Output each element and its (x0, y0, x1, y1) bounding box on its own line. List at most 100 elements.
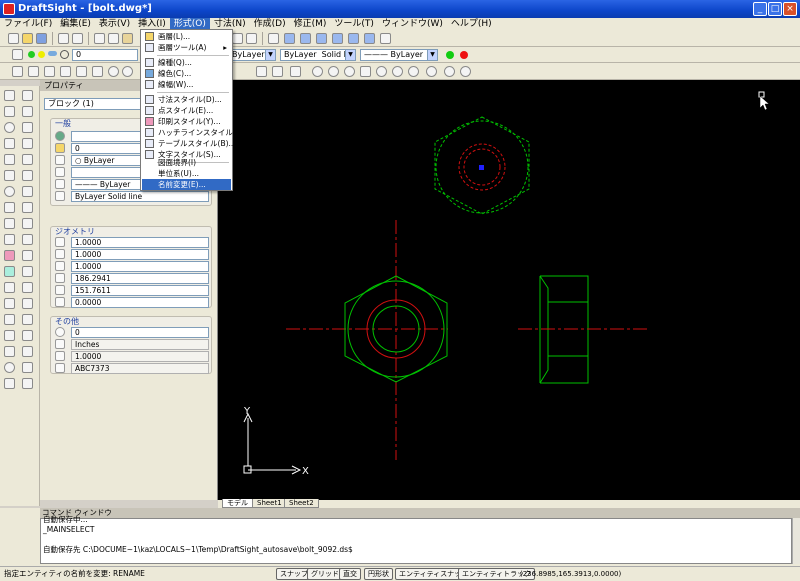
menu-item-layer-tools[interactable]: 画層ツール(A) ▸ (142, 42, 231, 53)
menu-item-units[interactable]: 単位系(U)... (142, 168, 231, 179)
menu-item-print-style[interactable]: 印刷スタイル(Y)... (142, 116, 231, 127)
menu-view[interactable]: 表示(V) (95, 18, 134, 30)
lineweight-select[interactable]: ——— ByLayer ▼ (360, 49, 438, 61)
menu-item-linetype[interactable]: 線種(Q)... (142, 57, 231, 68)
app-icon[interactable] (3, 3, 15, 15)
prop-position-y-field[interactable]: 151.7611 (71, 285, 209, 296)
rotate-icon[interactable] (22, 202, 33, 213)
stretch-icon[interactable] (22, 234, 33, 245)
layer-freeze-icon[interactable] (38, 51, 45, 58)
view-iso-icon[interactable] (380, 33, 391, 44)
view-left-icon[interactable] (316, 33, 327, 44)
region-icon[interactable] (4, 250, 15, 261)
menu-item-table-style[interactable]: テーブルスタイル(B)... (142, 138, 236, 149)
line-icon[interactable] (4, 90, 15, 101)
ortho-toggle[interactable]: 直交 (339, 568, 361, 580)
menu-modify[interactable]: 修正(M) (290, 18, 331, 30)
ellipse-icon[interactable] (4, 186, 15, 197)
view-top-icon[interactable] (284, 33, 295, 44)
spline-icon[interactable] (4, 202, 15, 213)
menu-file[interactable]: ファイル(F) (0, 18, 56, 30)
prop-position-x-field[interactable]: 186.2941 (71, 273, 209, 284)
menu-item-point-style[interactable]: 点スタイル(E)... (142, 105, 231, 116)
donut-icon[interactable] (4, 362, 15, 373)
zoom-window-icon[interactable] (344, 66, 355, 77)
copy-entity-icon[interactable] (22, 186, 33, 197)
maximize-icon[interactable]: □ (768, 2, 782, 16)
print-preview-icon[interactable] (72, 33, 83, 44)
snap-perpendicular-icon[interactable] (76, 66, 87, 77)
menu-draw[interactable]: 作成(D) (250, 18, 290, 30)
save-icon[interactable] (36, 33, 47, 44)
regen-icon[interactable] (460, 66, 471, 77)
snap-tangent-icon[interactable] (92, 66, 103, 77)
cloud-icon[interactable] (4, 330, 15, 341)
menu-item-color[interactable]: 線色(C)... (142, 68, 231, 79)
menu-help[interactable]: ヘルプ(H) (447, 18, 496, 30)
circle-icon[interactable] (4, 122, 15, 133)
mirror-icon[interactable] (22, 122, 33, 133)
arc-icon[interactable] (4, 170, 15, 181)
move-icon[interactable] (22, 170, 33, 181)
ray-icon[interactable] (4, 106, 15, 117)
properties-icon[interactable] (232, 33, 243, 44)
menu-window[interactable]: ウィンドウ(W) (378, 18, 447, 30)
red-status-icon[interactable] (460, 51, 468, 59)
scale-icon[interactable] (22, 218, 33, 229)
construction-line-icon[interactable] (22, 90, 33, 101)
break-icon[interactable] (22, 282, 33, 293)
layer-lock-icon[interactable] (48, 51, 57, 56)
zoom-previous-icon[interactable] (376, 66, 387, 77)
solid-icon[interactable] (4, 378, 15, 389)
snap-endpoint-icon[interactable] (12, 66, 23, 77)
copy-icon[interactable] (108, 33, 119, 44)
dimension-angular-icon[interactable] (290, 66, 301, 77)
paste-icon[interactable] (122, 33, 133, 44)
close-icon[interactable]: × (783, 2, 797, 16)
cut-icon[interactable] (94, 33, 105, 44)
erase-icon[interactable] (22, 378, 33, 389)
hatch-icon[interactable] (4, 234, 15, 245)
snap-intersection-icon[interactable] (44, 66, 55, 77)
layer-on-icon[interactable] (28, 51, 35, 58)
menu-item-layer[interactable]: 画層(L)... (142, 31, 231, 42)
explode-icon[interactable] (22, 346, 33, 357)
snap-quadrant-icon[interactable] (122, 66, 133, 77)
menu-item-rename[interactable]: 名前変更(E)... (142, 179, 231, 190)
fillet-icon[interactable] (22, 330, 33, 341)
tab-model[interactable]: モデル (222, 499, 253, 508)
prop-rotation-field[interactable]: 0 (71, 327, 209, 338)
tab-sheet1[interactable]: Sheet1 (252, 499, 287, 508)
linetype-select[interactable]: ByLayer Solid line ▼ (280, 49, 356, 61)
prop-scale-z-field[interactable]: 1.0000 (71, 261, 209, 272)
grid-toggle[interactable]: グリッド (307, 568, 343, 580)
menu-tools[interactable]: ツール(T) (330, 18, 378, 30)
prop-position-z-field[interactable]: 0.0000 (71, 297, 209, 308)
menu-item-hatch-line-style[interactable]: ハッチラインスタイル(I)... (142, 127, 248, 138)
trim-icon[interactable] (22, 250, 33, 261)
zoom-scale-icon[interactable] (408, 66, 419, 77)
zoom-out-icon[interactable] (328, 66, 339, 77)
dimension-aligned-icon[interactable] (272, 66, 283, 77)
prop-scale-x-field[interactable]: 1.0000 (71, 237, 209, 248)
line-tool-icon[interactable] (268, 33, 279, 44)
join-icon[interactable] (22, 298, 33, 309)
polar-toggle[interactable]: 円形状 (364, 568, 393, 580)
minimize-icon[interactable]: _ (753, 2, 767, 16)
zoom-extents-icon[interactable] (360, 66, 371, 77)
tab-sheet2[interactable]: Sheet2 (284, 499, 319, 508)
dimension-linear-icon[interactable] (256, 66, 267, 77)
other-header[interactable]: その他 (55, 316, 79, 327)
polyline-icon[interactable] (22, 106, 33, 117)
edit-polyline-icon[interactable] (22, 362, 33, 373)
grip-point[interactable] (479, 165, 484, 170)
menu-item-dimension-style[interactable]: 寸法スタイル(D)... (142, 94, 231, 105)
wipeout-icon[interactable] (4, 314, 15, 325)
point-icon[interactable] (4, 218, 15, 229)
boundary-icon[interactable] (4, 346, 15, 357)
menu-edit[interactable]: 編集(E) (56, 18, 95, 30)
green-status-icon[interactable] (446, 51, 454, 59)
menu-item-lineweight[interactable]: 線幅(W)... (142, 79, 231, 90)
prop-scale-y-field[interactable]: 1.0000 (71, 249, 209, 260)
table-icon[interactable] (4, 298, 15, 309)
